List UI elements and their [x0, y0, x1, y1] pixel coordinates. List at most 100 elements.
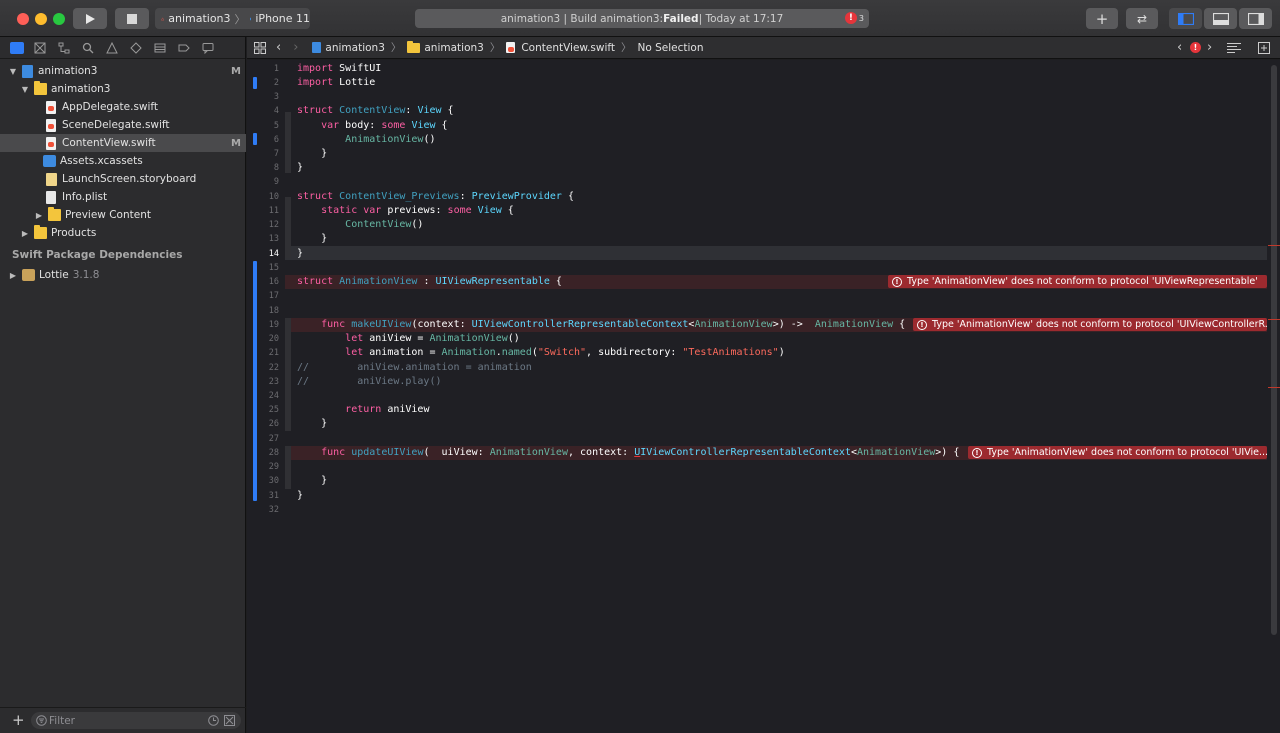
- scm-filter-icon[interactable]: [224, 715, 235, 726]
- code-line[interactable]: let animation = Animation.named("Switch"…: [297, 346, 785, 360]
- tree-item-file-selected[interactable]: ContentView.swift M: [0, 134, 246, 152]
- library-button[interactable]: +: [1086, 8, 1118, 29]
- line-number-current: 14: [268, 249, 279, 259]
- error-message: Type 'AnimationView' does not conform to…: [907, 276, 1258, 287]
- disclosure-closed-icon[interactable]: ▶: [20, 229, 30, 238]
- grid-icon[interactable]: [254, 41, 266, 54]
- tree-item-folder[interactable]: ▶ Preview Content: [0, 206, 246, 224]
- project-navigator: ▼ animation3 M ▼ animation3 AppDelegate.…: [0, 37, 246, 733]
- code-line[interactable]: struct ContentView_Previews: PreviewProv…: [297, 190, 574, 204]
- symbol-navigator-tab[interactable]: [56, 40, 72, 56]
- disclosure-closed-icon[interactable]: ▶: [8, 271, 18, 280]
- code-fold-ribbon[interactable]: [285, 112, 291, 173]
- code-line[interactable]: import SwiftUI: [297, 62, 381, 76]
- issue-navigator-tab[interactable]: [104, 40, 120, 56]
- find-navigator-tab[interactable]: [80, 40, 96, 56]
- code-line[interactable]: }: [297, 147, 327, 161]
- error-marker[interactable]: [1268, 245, 1280, 246]
- breadcrumb-symbol[interactable]: No Selection: [638, 42, 704, 54]
- tree-item-package[interactable]: ▶ Lottie 3.1.8: [0, 266, 246, 284]
- line-number: 28: [268, 448, 279, 458]
- breadcrumb-group[interactable]: animation3: [407, 40, 484, 54]
- error-marker[interactable]: [1268, 319, 1280, 320]
- debug-navigator-tab[interactable]: [152, 40, 168, 56]
- code-line[interactable]: func makeUIView(context: UIViewControlle…: [297, 318, 905, 332]
- toggle-navigator-button[interactable]: [1169, 8, 1202, 29]
- error-icon: !: [917, 319, 927, 330]
- disclosure-closed-icon[interactable]: ▶: [34, 211, 44, 220]
- inline-error[interactable]: ! Type 'AnimationView' does not conform …: [888, 275, 1267, 288]
- source-editor[interactable]: 1 2 3 4 5 6 7 8 9 10 11 12 13 14 15 16 1…: [247, 60, 1280, 733]
- code-line[interactable]: let aniView = AnimationView(): [297, 332, 520, 346]
- code-line[interactable]: }: [297, 232, 327, 246]
- project-navigator-tab[interactable]: [10, 41, 24, 54]
- code-line[interactable]: }: [297, 474, 327, 488]
- inline-error[interactable]: ! Type 'AnimationView' does not conform …: [913, 318, 1267, 331]
- add-editor-icon[interactable]: [1258, 42, 1270, 54]
- tree-item-file[interactable]: AppDelegate.swift: [0, 98, 246, 116]
- breakpoint-icon: [178, 44, 190, 51]
- source-control-tab[interactable]: [32, 40, 48, 56]
- tree-item-group[interactable]: ▼ animation3: [0, 80, 246, 98]
- code-line[interactable]: import Lottie: [297, 76, 375, 90]
- test-navigator-tab[interactable]: [128, 40, 144, 56]
- breakpoint-navigator-tab[interactable]: [176, 40, 192, 56]
- line-number: 13: [268, 234, 279, 244]
- code-line[interactable]: // aniView.animation = animation: [297, 361, 532, 375]
- error-marker[interactable]: [1268, 387, 1280, 388]
- code-fold-ribbon[interactable]: [285, 197, 291, 258]
- breadcrumb-label: animation3: [325, 41, 385, 54]
- tree-item-file[interactable]: Info.plist: [0, 188, 246, 206]
- tree-item-project[interactable]: ▼ animation3 M: [0, 62, 246, 80]
- previous-issue-icon[interactable]: ‹: [1177, 40, 1182, 55]
- code-line[interactable]: static var previews: some View {: [297, 204, 514, 218]
- breadcrumb-project[interactable]: animation3: [312, 41, 385, 54]
- toggle-inspector-button[interactable]: [1239, 8, 1272, 29]
- line-number: 26: [268, 419, 279, 429]
- code-fold-ribbon[interactable]: [285, 318, 291, 431]
- breadcrumb-file[interactable]: ContentView.swift: [506, 42, 615, 54]
- line-number: 16: [268, 277, 279, 287]
- tree-item-file[interactable]: Assets.xcassets: [0, 152, 246, 170]
- next-issue-icon[interactable]: ›: [1207, 40, 1212, 55]
- menu-lines-icon[interactable]: [1227, 42, 1241, 54]
- disclosure-open-icon[interactable]: ▼: [8, 67, 18, 76]
- disclosure-open-icon[interactable]: ▼: [20, 85, 30, 94]
- report-navigator-tab[interactable]: [200, 40, 216, 56]
- code-line[interactable]: struct AnimationView : UIViewRepresentab…: [297, 275, 562, 289]
- stop-button[interactable]: [115, 8, 149, 29]
- code-line[interactable]: struct ContentView: View {: [297, 104, 454, 118]
- code-line[interactable]: }: [297, 489, 303, 503]
- tree-item-file[interactable]: LaunchScreen.storyboard: [0, 170, 246, 188]
- run-button[interactable]: [73, 8, 107, 29]
- tree-item-file[interactable]: SceneDelegate.swift: [0, 116, 246, 134]
- code-line[interactable]: // aniView.play(): [297, 375, 442, 389]
- code-line[interactable]: return aniView: [297, 403, 429, 417]
- code-line[interactable]: var body: some View {: [297, 119, 447, 133]
- vertical-scrollbar[interactable]: [1271, 65, 1277, 635]
- code-line[interactable]: }: [297, 161, 303, 175]
- code-review-button[interactable]: ⇄: [1126, 8, 1158, 29]
- minimize-window-button[interactable]: [35, 13, 47, 25]
- close-window-button[interactable]: [17, 13, 29, 25]
- toggle-debug-button[interactable]: [1204, 8, 1237, 29]
- add-icon[interactable]: +: [12, 711, 25, 729]
- status-error-indicator[interactable]: ! 3: [844, 12, 864, 24]
- inline-error[interactable]: ! Type 'AnimationView' does not conform …: [968, 446, 1267, 459]
- code-line[interactable]: }: [297, 247, 303, 261]
- package-name: Lottie: [39, 269, 69, 281]
- error-icon[interactable]: !: [1190, 42, 1201, 53]
- forward-icon[interactable]: ›: [293, 40, 298, 55]
- code-line[interactable]: ContentView(): [297, 218, 423, 232]
- tree-item-products[interactable]: ▶ Products: [0, 224, 246, 242]
- filter-input[interactable]: Filter: [31, 712, 241, 729]
- zoom-window-button[interactable]: [53, 13, 65, 25]
- clock-icon[interactable]: [208, 715, 219, 726]
- line-number: 9: [273, 177, 279, 187]
- code-line[interactable]: }: [297, 417, 327, 431]
- code-line[interactable]: func updateUIView( uiView: AnimationView…: [297, 446, 959, 460]
- back-icon[interactable]: ‹: [276, 40, 281, 55]
- code-line[interactable]: AnimationView(): [297, 133, 435, 147]
- scheme-selector[interactable]: animation3 〉 iPhone 11: [155, 8, 310, 29]
- code-fold-ribbon[interactable]: [285, 446, 291, 489]
